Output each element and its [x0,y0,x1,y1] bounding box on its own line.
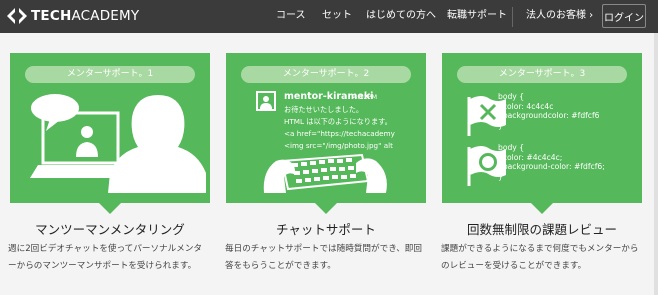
code-block-before: body { color: 4c4c4c backgroundcolor: #f… [498,92,600,130]
logo-wordmark: TECHACADEMY [31,8,140,24]
typing-hands-icon [263,153,387,193]
desc-line: 課題ができるようになるまで何度でもメンターから [441,244,639,254]
card-desc-chat: 毎日のチャットサポートでは随時質問ができ、即回 答をもらうことができます。 [225,241,435,275]
card-desc-review: 課題ができるようになるまで何度でもメンターから のレビューを受けることができます… [441,241,651,275]
techacademy-logo[interactable]: TECHACADEMY [6,6,139,26]
card-title-chat: チャットサポート [276,222,376,237]
card-desc-mentoring: 週に2回ビデオチャットを使ってパーソナルメンタ ーからのマンツーマンサポートを受… [8,241,218,275]
nav-courses[interactable]: コース [276,9,306,23]
card-title-review: 回数無制限の課題レビュー [466,222,617,237]
desc-line: 週に2回ビデオチャットを使ってパーソナルメンタ [8,244,203,254]
code-block-after: body { color: #4c4c4c; background-color:… [498,143,605,181]
desc-line: 毎日のチャットサポートでは随時質問ができ、即回 [225,244,422,254]
card-title-mentoring: マンツーマンメンタリング [35,222,185,237]
desc-line: のレビューを受けることができます。 [441,261,587,271]
nav-beginners[interactable]: はじめての方へ [366,9,436,23]
desc-line: 答をもらうことができます。 [225,261,336,271]
card-pointer [315,203,337,214]
login-button[interactable]: ログイン [602,4,646,28]
desc-line: ーからのマンツーマンサポートを受けられます。 [8,261,197,271]
mentor-support-card-1: メンターサポート。1 [10,53,210,214]
mentor-support-card-3: メンターサポート。3 body { color: 4c4c4c backgrou… [442,53,642,214]
nav-career-support[interactable]: 転職サポート [447,9,507,23]
card-pointer [99,203,121,214]
nav-divider [512,7,513,27]
logo-chevrons-icon [7,8,27,24]
mentor-silhouette-icon [108,95,206,193]
card-pointer [531,203,553,214]
page-scrollbar[interactable] [654,33,658,295]
top-nav-bar: TECHACADEMY コース セット はじめての方へ 転職サポート 法人のお客… [0,0,658,33]
mentoring-illustration [30,94,206,193]
nav-corporate[interactable]: 法人のお客様 › [526,9,593,23]
mentor-support-card-2: メンターサポート。2 mentor-kirameki 4:12PM お待たせいた… [226,53,426,214]
card-pill-label: メンターサポート。3 [457,66,627,83]
nav-sets[interactable]: セット [322,9,352,23]
